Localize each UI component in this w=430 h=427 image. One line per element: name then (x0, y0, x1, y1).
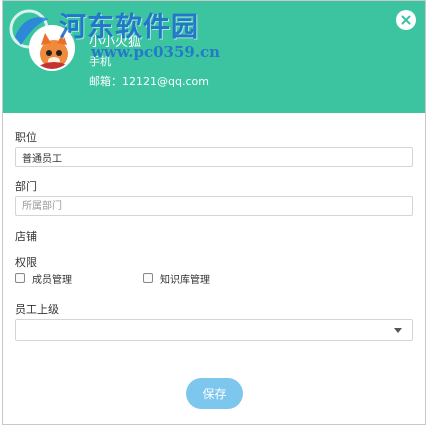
position-input[interactable] (15, 147, 413, 167)
member-management-checkbox[interactable] (15, 273, 25, 283)
permission-member-management[interactable]: 成员管理 (15, 271, 72, 286)
watermark-brand: 河东软件园 (59, 12, 199, 43)
knowledge-base-management-checkbox[interactable] (143, 273, 153, 283)
permissions-label: 权限 (15, 256, 37, 269)
store-label: 店铺 (15, 230, 37, 243)
department-label: 部门 (15, 180, 37, 193)
position-label: 职位 (15, 131, 37, 144)
profile-header: 小小火狐 手机 邮箱：12121@qq.com 河东软件园 www.pc0359… (3, 1, 425, 113)
profile-email: 邮箱：12121@qq.com (89, 75, 209, 88)
close-icon (401, 15, 411, 25)
chevron-down-icon (394, 328, 402, 333)
department-input[interactable] (15, 196, 413, 216)
knowledge-base-management-label: 知识库管理 (160, 274, 210, 286)
save-button[interactable]: 保存 (186, 378, 243, 409)
edit-employee-dialog: 小小火狐 手机 邮箱：12121@qq.com 河东软件园 www.pc0359… (2, 0, 426, 425)
permission-knowledge-base-management[interactable]: 知识库管理 (143, 271, 210, 286)
member-management-label: 成员管理 (32, 274, 72, 286)
watermark-url: www.pc0359.cn (91, 43, 221, 61)
permissions-options: 成员管理 知识库管理 (15, 271, 315, 286)
superior-select[interactable] (15, 319, 413, 341)
superior-label: 员工上级 (15, 303, 59, 316)
close-button[interactable] (396, 10, 416, 30)
